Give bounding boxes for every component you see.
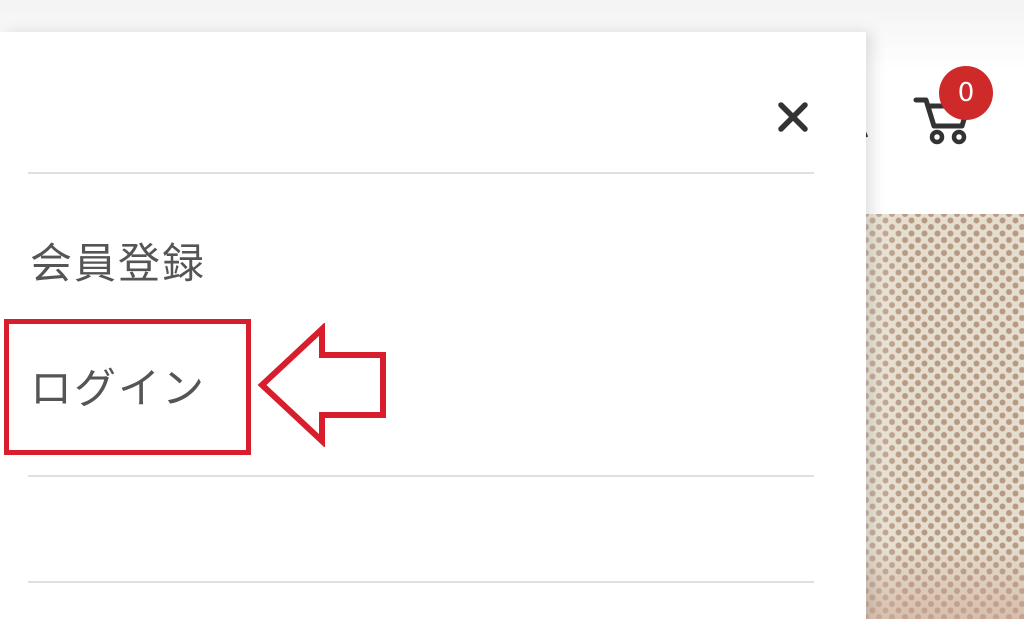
divider-bottom [28,581,814,583]
hero-product-image[interactable] [866,214,1024,619]
left-arrow-icon [257,323,386,447]
close-menu-button[interactable] [770,94,816,140]
divider-middle [28,475,814,477]
menu-item-register[interactable]: 会員登録 [30,230,206,291]
cart-count-badge: 0 [939,66,993,120]
annotation-highlight-box [4,319,251,455]
close-icon [778,102,808,132]
hero-image-shade [866,544,1024,619]
divider-top [28,172,814,174]
